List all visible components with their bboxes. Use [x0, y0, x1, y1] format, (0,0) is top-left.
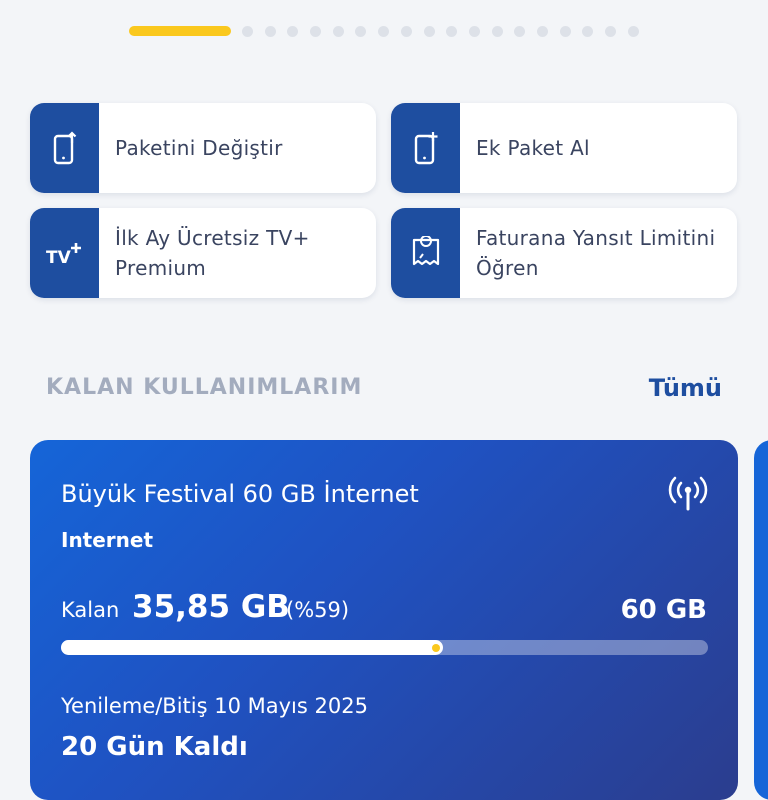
page-indicator — [129, 25, 650, 37]
remaining-value: 35,85 GB — [132, 589, 290, 625]
page-dot — [355, 25, 367, 37]
usage-progress-bar — [61, 640, 708, 655]
page-dot — [627, 25, 639, 37]
total-quota: 60 GB — [620, 595, 707, 625]
quick-action-label: Faturana Yansıt Limitini Öğren — [476, 226, 716, 280]
page-dot — [446, 25, 458, 37]
usage-type: Internet — [61, 528, 154, 552]
see-all-link[interactable]: Tümü — [649, 374, 722, 402]
bill-limit-button[interactable]: Faturana Yansıt Limitini Öğren — [391, 208, 737, 298]
next-usage-card[interactable] — [754, 440, 768, 800]
progress-knob — [432, 644, 440, 652]
page-dot — [491, 25, 503, 37]
page-dot — [423, 25, 435, 37]
page-dot — [378, 25, 390, 37]
remaining-percent: (%59) — [286, 598, 350, 622]
quick-action-label: Paketini Değiştir — [115, 136, 283, 160]
package-name: Büyük Festival 60 GB İnternet — [61, 480, 419, 508]
svg-text:TV: TV — [46, 248, 72, 267]
page-dot-active — [129, 26, 231, 36]
days-left: 20 Gün Kaldı — [61, 732, 248, 762]
remaining-label: Kalan — [61, 598, 120, 622]
page-dot — [536, 25, 548, 37]
bill-limit-icon — [391, 208, 460, 298]
phone-add-icon — [391, 103, 460, 193]
page-dot — [264, 25, 276, 37]
usage-card[interactable]: Büyük Festival 60 GB İnternet Internet K… — [30, 440, 738, 800]
page-dot — [559, 25, 571, 37]
page-dot — [400, 25, 412, 37]
page-dot — [332, 25, 344, 37]
page-dot — [582, 25, 594, 37]
section-title: KALAN KULLANIMLARIM — [46, 375, 363, 400]
renewal-date: Yenileme/Bitiş 10 Mayıs 2025 — [61, 694, 368, 718]
tv-plus-icon: TV — [30, 208, 99, 298]
quick-action-label: Ek Paket Al — [476, 136, 590, 160]
page-dot — [287, 25, 299, 37]
page-dot — [242, 25, 253, 37]
page-dot — [310, 25, 322, 37]
tv-plus-premium-button[interactable]: TV İlk Ay Ücretsiz TV+ Premium — [30, 208, 376, 298]
page-dot — [605, 25, 616, 37]
change-package-button[interactable]: Paketini Değiştir — [30, 103, 376, 193]
page-dot — [468, 25, 480, 37]
phone-upgrade-icon — [30, 103, 99, 193]
page-dot — [514, 25, 526, 37]
progress-fill — [61, 640, 443, 655]
signal-icon — [668, 474, 708, 514]
add-package-button[interactable]: Ek Paket Al — [391, 103, 737, 193]
quick-action-label: İlk Ay Ücretsiz TV+ Premium — [115, 226, 310, 280]
